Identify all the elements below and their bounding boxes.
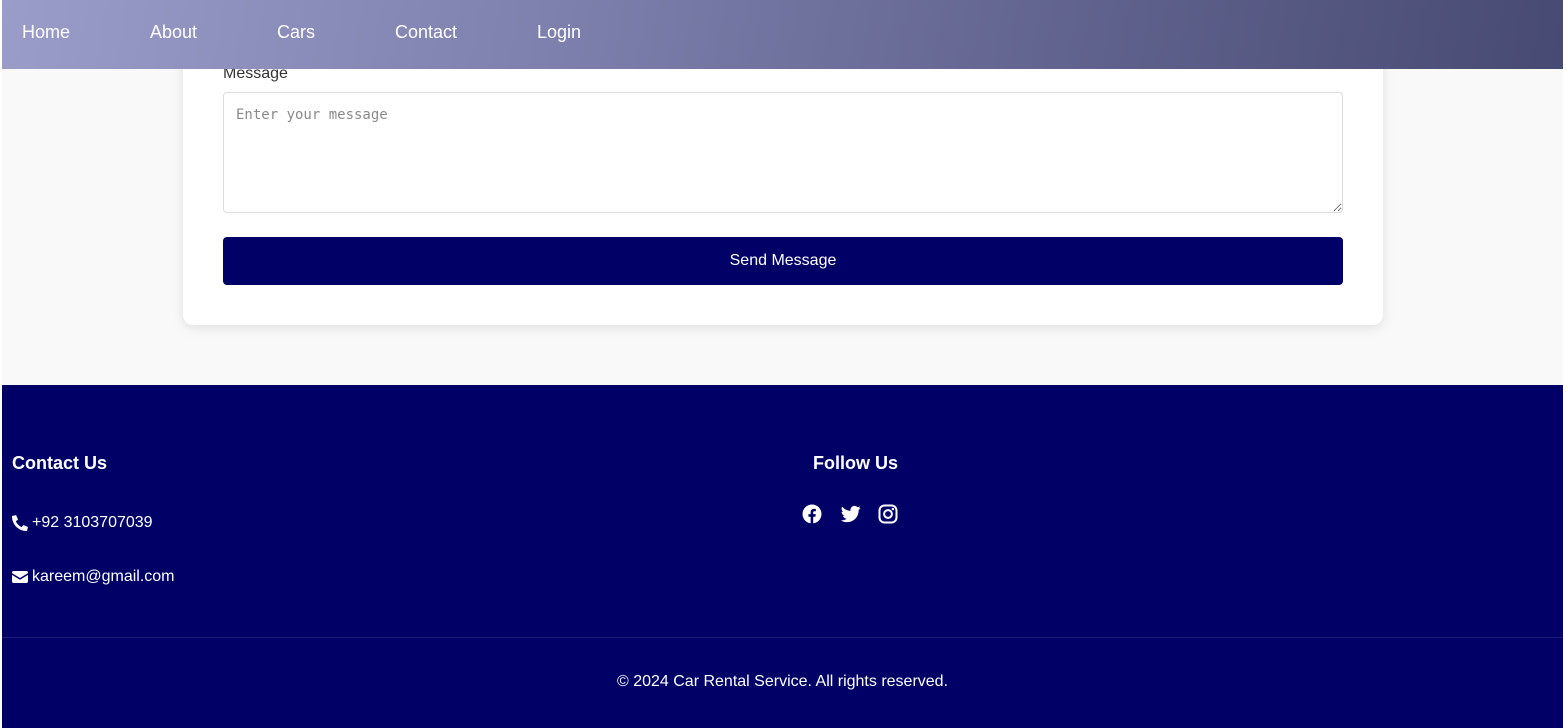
contact-phone: +92 3103707039 [12, 514, 153, 532]
footer-divider [2, 637, 1563, 638]
envelope-icon [12, 570, 28, 584]
contact-email-text: kareem@gmail.com [32, 568, 175, 585]
facebook-icon[interactable] [802, 504, 822, 524]
top-navbar: Home About Cars Contact Login [2, 0, 1563, 69]
contact-email: kareem@gmail.com [12, 568, 175, 586]
instagram-icon[interactable] [878, 504, 898, 524]
phone-icon [12, 515, 28, 531]
nav-link-home[interactable]: Home [22, 22, 70, 42]
copyright-text: © 2024 Car Rental Service. All rights re… [616, 673, 949, 690]
page: Message Send Message Home About Cars Con… [0, 0, 1567, 728]
send-message-button[interactable]: Send Message [223, 237, 1343, 285]
twitter-icon[interactable] [840, 504, 861, 524]
nav-link-about[interactable]: About [150, 22, 197, 42]
nav-link-login[interactable]: Login [537, 22, 581, 42]
contact-us-heading: Contact Us [12, 453, 108, 473]
nav-link-contact[interactable]: Contact [395, 22, 457, 42]
site-footer: Contact Us +92 3103707039 kareem@gmail.c… [2, 385, 1563, 728]
contact-phone-text: +92 3103707039 [32, 514, 153, 531]
nav-link-cars[interactable]: Cars [277, 22, 315, 42]
message-textarea[interactable] [223, 92, 1343, 213]
follow-us-heading: Follow Us [813, 453, 898, 473]
